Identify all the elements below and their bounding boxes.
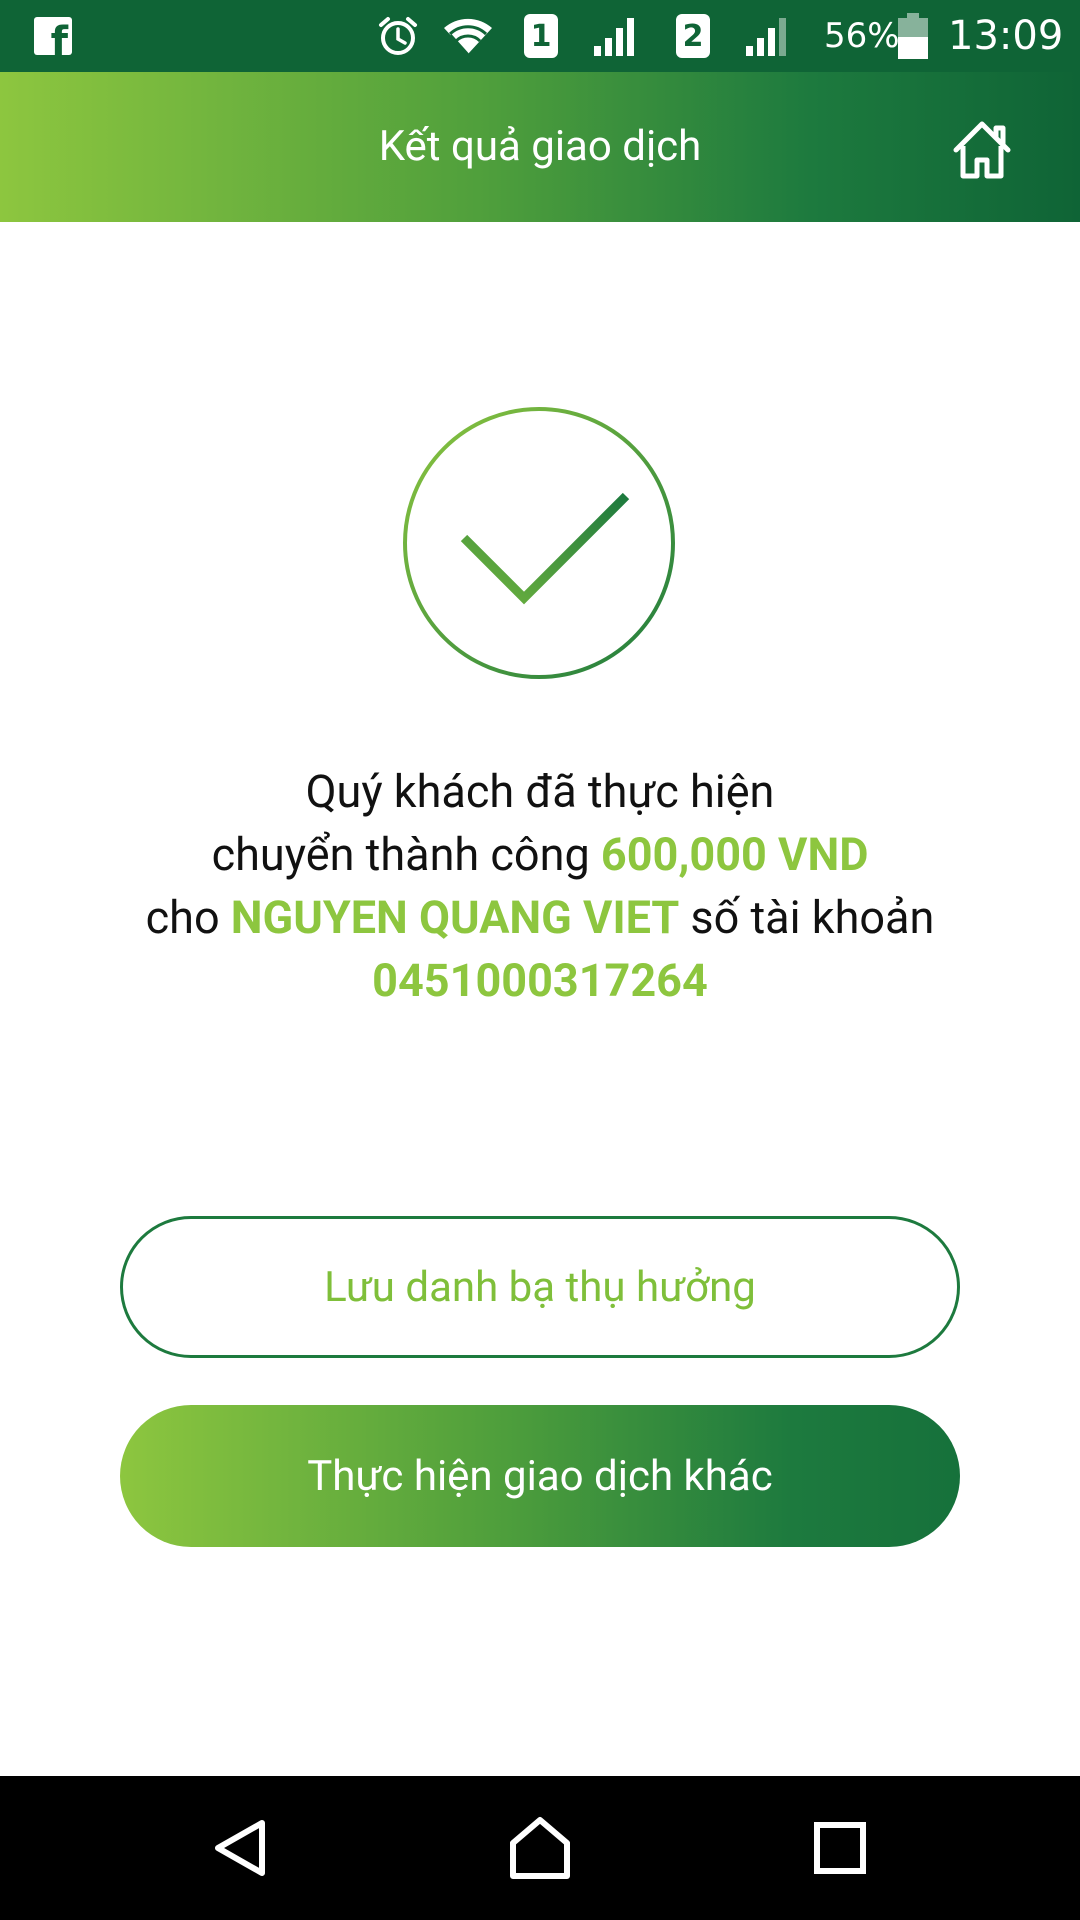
transfer-amount: 600,000 VND [600,828,869,881]
facebook-icon: f [34,0,72,72]
back-icon [215,1820,265,1876]
new-transaction-label: Thực hiện giao dịch khác [307,1451,773,1501]
status-bar: f 1 2 56% 13:09 [0,0,1080,72]
message-line-3-prefix: cho [145,891,231,944]
back-button[interactable] [196,1803,286,1893]
home-icon [953,121,1011,179]
beneficiary-name: NGUYEN QUANG VIET [230,891,680,944]
app-header: Kết quả giao dịch [0,72,1080,222]
home-button[interactable] [946,114,1018,186]
message-line-3-suffix: số tài khoản [679,891,935,944]
message-line-1: Quý khách đã thực hiện [305,765,775,818]
new-transaction-button[interactable]: Thực hiện giao dịch khác [120,1405,960,1547]
check-circle-icon [402,406,676,680]
recent-apps-button[interactable] [795,1803,885,1893]
system-home-button[interactable] [495,1803,585,1893]
sim1-label: 1 [524,14,558,58]
wifi-icon [442,0,494,72]
sim1-icon: 1 [524,0,558,72]
home-icon [510,1817,570,1879]
recent-apps-icon [814,1822,866,1874]
navigation-bar [0,1776,1080,1920]
message-line-2-prefix: chuyển thành công [211,828,601,881]
save-beneficiary-label: Lưu danh bạ thụ hưởng [324,1262,756,1312]
clock-time: 13:09 [948,13,1064,59]
battery-percent: 56% [824,16,900,56]
account-number: 0451000317264 [372,954,708,1007]
battery-icon [898,0,928,72]
save-beneficiary-button[interactable]: Lưu danh bạ thụ hưởng [120,1216,960,1358]
sim2-icon: 2 [676,0,710,72]
result-message: Quý khách đã thực hiện chuyển thành công… [60,760,1020,1012]
signal-icon [592,0,640,72]
message-line-2: chuyển thành công 600,000 VND [60,823,1020,886]
alarm-icon [376,0,420,72]
message-line-3: cho NGUYEN QUANG VIET số tài khoản [60,886,1020,949]
signal-icon [744,0,792,72]
sim2-label: 2 [676,14,710,58]
page-title: Kết quả giao dịch [378,122,702,171]
